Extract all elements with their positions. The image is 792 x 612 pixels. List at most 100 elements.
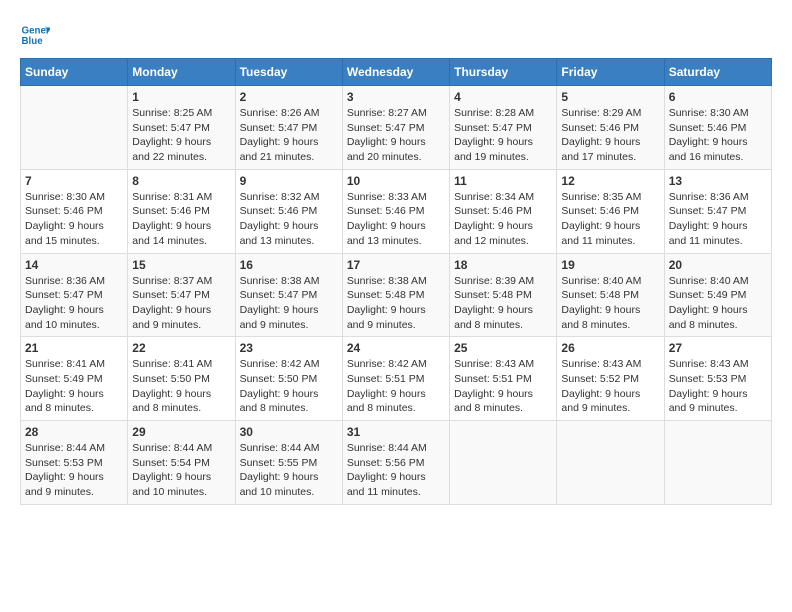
calendar-cell: 16 Sunrise: 8:38 AM Sunset: 5:47 PM Dayli… — [235, 253, 342, 337]
cell-content: Sunrise: 8:36 AM Sunset: 5:47 PM Dayligh… — [25, 274, 123, 333]
cell-content: Sunrise: 8:40 AM Sunset: 5:48 PM Dayligh… — [561, 274, 659, 333]
calendar-cell: 6 Sunrise: 8:30 AM Sunset: 5:46 PM Daylig… — [664, 86, 771, 170]
day-number: 27 — [669, 341, 767, 355]
page-header: General Blue — [20, 20, 772, 50]
logo-icon: General Blue — [20, 20, 50, 50]
day-number: 11 — [454, 174, 552, 188]
day-number: 29 — [132, 425, 230, 439]
cell-content: Sunrise: 8:42 AM Sunset: 5:50 PM Dayligh… — [240, 357, 338, 416]
calendar-cell: 4 Sunrise: 8:28 AM Sunset: 5:47 PM Daylig… — [450, 86, 557, 170]
calendar-header: SundayMondayTuesdayWednesdayThursdayFrid… — [21, 59, 772, 86]
day-number: 6 — [669, 90, 767, 104]
day-number: 2 — [240, 90, 338, 104]
calendar-cell: 27 Sunrise: 8:43 AM Sunset: 5:53 PM Dayli… — [664, 337, 771, 421]
calendar-cell: 8Sunrise: 8:31 AM Sunset: 5:46 PM Daylig… — [128, 169, 235, 253]
cell-content: Sunrise: 8:37 AM Sunset: 5:47 PM Dayligh… — [132, 274, 230, 333]
day-number: 12 — [561, 174, 659, 188]
calendar-week-row: 28 Sunrise: 8:44 AM Sunset: 5:53 PM Dayli… — [21, 421, 772, 505]
svg-text:Blue: Blue — [22, 36, 44, 47]
day-number: 18 — [454, 258, 552, 272]
weekday-header: Thursday — [450, 59, 557, 86]
cell-content: Sunrise: 8:31 AM Sunset: 5:46 PM Dayligh… — [132, 190, 230, 249]
calendar-cell: 12 Sunrise: 8:35 AM Sunset: 5:46 PM Dayli… — [557, 169, 664, 253]
day-number: 16 — [240, 258, 338, 272]
calendar-cell — [557, 421, 664, 505]
calendar-cell: 13 Sunrise: 8:36 AM Sunset: 5:47 PM Dayli… — [664, 169, 771, 253]
calendar-week-row: 7Sunrise: 8:30 AM Sunset: 5:46 PM Daylig… — [21, 169, 772, 253]
weekday-row: SundayMondayTuesdayWednesdayThursdayFrid… — [21, 59, 772, 86]
cell-content: Sunrise: 8:38 AM Sunset: 5:48 PM Dayligh… — [347, 274, 445, 333]
day-number: 28 — [25, 425, 123, 439]
calendar-cell: 7Sunrise: 8:30 AM Sunset: 5:46 PM Daylig… — [21, 169, 128, 253]
calendar-cell: 22 Sunrise: 8:41 AM Sunset: 5:50 PM Dayli… — [128, 337, 235, 421]
calendar-cell: 24 Sunrise: 8:42 AM Sunset: 5:51 PM Dayli… — [342, 337, 449, 421]
cell-content: Sunrise: 8:34 AM Sunset: 5:46 PM Dayligh… — [454, 190, 552, 249]
logo: General Blue — [20, 20, 50, 50]
cell-content: Sunrise: 8:44 AM Sunset: 5:54 PM Dayligh… — [132, 441, 230, 500]
cell-content: Sunrise: 8:28 AM Sunset: 5:47 PM Dayligh… — [454, 106, 552, 165]
day-number: 20 — [669, 258, 767, 272]
calendar-cell — [21, 86, 128, 170]
cell-content: Sunrise: 8:38 AM Sunset: 5:47 PM Dayligh… — [240, 274, 338, 333]
day-number: 15 — [132, 258, 230, 272]
day-number: 1 — [132, 90, 230, 104]
day-number: 25 — [454, 341, 552, 355]
calendar-cell: 28 Sunrise: 8:44 AM Sunset: 5:53 PM Dayli… — [21, 421, 128, 505]
day-number: 23 — [240, 341, 338, 355]
calendar-week-row: 14Sunrise: 8:36 AM Sunset: 5:47 PM Dayli… — [21, 253, 772, 337]
cell-content: Sunrise: 8:43 AM Sunset: 5:53 PM Dayligh… — [669, 357, 767, 416]
calendar-cell: 14Sunrise: 8:36 AM Sunset: 5:47 PM Dayli… — [21, 253, 128, 337]
day-number: 24 — [347, 341, 445, 355]
cell-content: Sunrise: 8:41 AM Sunset: 5:50 PM Dayligh… — [132, 357, 230, 416]
calendar-cell: 17 Sunrise: 8:38 AM Sunset: 5:48 PM Dayli… — [342, 253, 449, 337]
cell-content: Sunrise: 8:36 AM Sunset: 5:47 PM Dayligh… — [669, 190, 767, 249]
cell-content: Sunrise: 8:40 AM Sunset: 5:49 PM Dayligh… — [669, 274, 767, 333]
cell-content: Sunrise: 8:30 AM Sunset: 5:46 PM Dayligh… — [669, 106, 767, 165]
day-number: 4 — [454, 90, 552, 104]
day-number: 13 — [669, 174, 767, 188]
day-number: 17 — [347, 258, 445, 272]
day-number: 7 — [25, 174, 123, 188]
day-number: 19 — [561, 258, 659, 272]
weekday-header: Saturday — [664, 59, 771, 86]
day-number: 22 — [132, 341, 230, 355]
cell-content: Sunrise: 8:32 AM Sunset: 5:46 PM Dayligh… — [240, 190, 338, 249]
cell-content: Sunrise: 8:35 AM Sunset: 5:46 PM Dayligh… — [561, 190, 659, 249]
cell-content: Sunrise: 8:39 AM Sunset: 5:48 PM Dayligh… — [454, 274, 552, 333]
calendar-cell: 5Sunrise: 8:29 AM Sunset: 5:46 PM Daylig… — [557, 86, 664, 170]
cell-content: Sunrise: 8:43 AM Sunset: 5:51 PM Dayligh… — [454, 357, 552, 416]
day-number: 5 — [561, 90, 659, 104]
calendar-cell: 20 Sunrise: 8:40 AM Sunset: 5:49 PM Dayli… — [664, 253, 771, 337]
weekday-header: Monday — [128, 59, 235, 86]
day-number: 30 — [240, 425, 338, 439]
cell-content: Sunrise: 8:33 AM Sunset: 5:46 PM Dayligh… — [347, 190, 445, 249]
calendar-cell: 30Sunrise: 8:44 AM Sunset: 5:55 PM Dayli… — [235, 421, 342, 505]
cell-content: Sunrise: 8:43 AM Sunset: 5:52 PM Dayligh… — [561, 357, 659, 416]
day-number: 21 — [25, 341, 123, 355]
calendar-cell: 9 Sunrise: 8:32 AM Sunset: 5:46 PM Daylig… — [235, 169, 342, 253]
weekday-header: Tuesday — [235, 59, 342, 86]
cell-content: Sunrise: 8:42 AM Sunset: 5:51 PM Dayligh… — [347, 357, 445, 416]
weekday-header: Sunday — [21, 59, 128, 86]
calendar-cell: 25 Sunrise: 8:43 AM Sunset: 5:51 PM Dayli… — [450, 337, 557, 421]
cell-content: Sunrise: 8:44 AM Sunset: 5:56 PM Dayligh… — [347, 441, 445, 500]
calendar-cell: 15 Sunrise: 8:37 AM Sunset: 5:47 PM Dayli… — [128, 253, 235, 337]
calendar-cell: 19 Sunrise: 8:40 AM Sunset: 5:48 PM Dayli… — [557, 253, 664, 337]
calendar-cell: 26Sunrise: 8:43 AM Sunset: 5:52 PM Dayli… — [557, 337, 664, 421]
calendar-cell: 31 Sunrise: 8:44 AM Sunset: 5:56 PM Dayli… — [342, 421, 449, 505]
calendar-cell: 23 Sunrise: 8:42 AM Sunset: 5:50 PM Dayli… — [235, 337, 342, 421]
weekday-header: Friday — [557, 59, 664, 86]
cell-content: Sunrise: 8:26 AM Sunset: 5:47 PM Dayligh… — [240, 106, 338, 165]
calendar-cell: 3Sunrise: 8:27 AM Sunset: 5:47 PM Daylig… — [342, 86, 449, 170]
calendar-cell: 18 Sunrise: 8:39 AM Sunset: 5:48 PM Dayli… — [450, 253, 557, 337]
cell-content: Sunrise: 8:44 AM Sunset: 5:53 PM Dayligh… — [25, 441, 123, 500]
calendar-cell: 2 Sunrise: 8:26 AM Sunset: 5:47 PM Daylig… — [235, 86, 342, 170]
calendar-cell: 1Sunrise: 8:25 AM Sunset: 5:47 PM Daylig… — [128, 86, 235, 170]
calendar-cell: 10Sunrise: 8:33 AM Sunset: 5:46 PM Dayli… — [342, 169, 449, 253]
calendar-cell: 29 Sunrise: 8:44 AM Sunset: 5:54 PM Dayli… — [128, 421, 235, 505]
cell-content: Sunrise: 8:27 AM Sunset: 5:47 PM Dayligh… — [347, 106, 445, 165]
calendar-week-row: 21Sunrise: 8:41 AM Sunset: 5:49 PM Dayli… — [21, 337, 772, 421]
calendar-table: SundayMondayTuesdayWednesdayThursdayFrid… — [20, 58, 772, 505]
day-number: 31 — [347, 425, 445, 439]
day-number: 9 — [240, 174, 338, 188]
